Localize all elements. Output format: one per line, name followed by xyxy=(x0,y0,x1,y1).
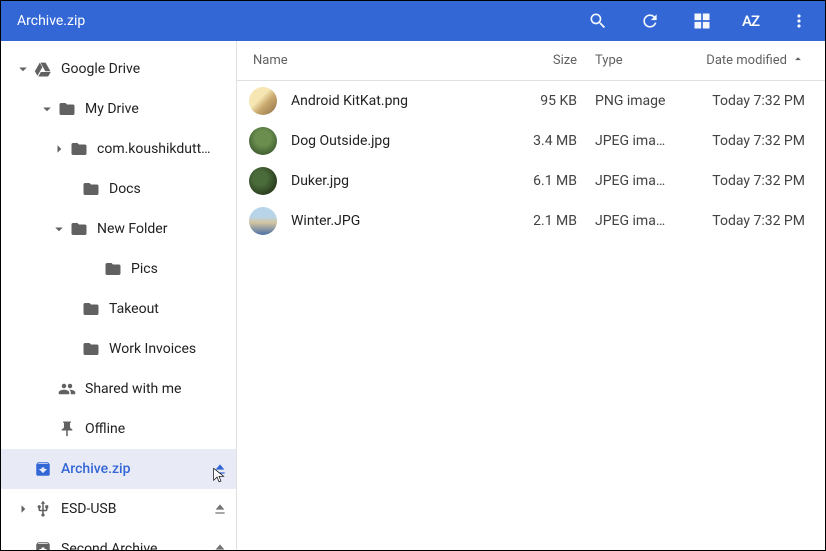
search-icon[interactable] xyxy=(580,3,616,39)
tree-item-work-invoices[interactable]: Work Invoices xyxy=(1,329,236,369)
tree-item-com-koushikdutt[interactable]: com.koushikdutt… xyxy=(1,129,236,169)
tree-label: ESD-USB xyxy=(61,501,208,517)
file-row[interactable]: Dog Outside.jpg3.4 MBJPEG ima…Today 7:32… xyxy=(237,121,825,161)
expand-icon[interactable] xyxy=(49,140,69,158)
expand-icon[interactable] xyxy=(13,60,33,78)
tree-label: Work Invoices xyxy=(109,341,236,357)
file-size: 3.4 MB xyxy=(505,133,591,149)
column-type[interactable]: Type xyxy=(591,53,695,68)
tree-label: Google Drive xyxy=(61,61,236,77)
file-name: Android KitKat.png xyxy=(291,93,505,109)
offline-icon xyxy=(57,420,77,438)
tree-item-my-drive[interactable]: My Drive xyxy=(1,89,236,129)
file-row[interactable]: Winter.JPG2.1 MBJPEG ima…Today 7:32 PM xyxy=(237,201,825,241)
file-date: Today 7:32 PM xyxy=(695,173,825,189)
tree-label: com.koushikdutt… xyxy=(97,141,236,157)
file-type: JPEG ima… xyxy=(591,213,695,229)
file-row[interactable]: Android KitKat.png95 KBPNG imageToday 7:… xyxy=(237,81,825,121)
tree-item-docs[interactable]: Docs xyxy=(1,169,236,209)
more-icon[interactable] xyxy=(781,3,817,39)
tree-label: Archive.zip xyxy=(61,461,208,477)
file-thumbnail xyxy=(249,207,277,235)
folder-icon xyxy=(81,340,101,358)
file-size: 6.1 MB xyxy=(505,173,591,189)
eject-icon[interactable] xyxy=(208,461,232,477)
tree-label: Offline xyxy=(85,421,236,437)
shared-icon xyxy=(57,380,77,398)
usb-icon xyxy=(33,500,53,518)
folder-icon xyxy=(69,220,89,238)
tree-label: My Drive xyxy=(85,101,236,117)
file-name: Dog Outside.jpg xyxy=(291,133,505,149)
tree-label: Shared with me xyxy=(85,381,236,397)
expand-icon[interactable] xyxy=(13,500,33,518)
file-date: Today 7:32 PM xyxy=(695,213,825,229)
column-size[interactable]: Size xyxy=(505,53,591,68)
refresh-icon[interactable] xyxy=(632,3,668,39)
file-thumbnail xyxy=(249,87,277,115)
file-row[interactable]: Duker.jpg6.1 MBJPEG ima…Today 7:32 PM xyxy=(237,161,825,201)
sidebar: Google Drive My Drive com.koushikdutt… Docs… xyxy=(1,41,237,550)
file-thumbnail xyxy=(249,167,277,195)
tree-label: Pics xyxy=(131,261,236,277)
drive-icon xyxy=(33,60,53,78)
eject-icon[interactable] xyxy=(208,541,232,550)
tree-item-second-archive[interactable]: Second Archive… xyxy=(1,529,236,550)
tree-label: New Folder xyxy=(97,221,236,237)
folder-icon xyxy=(69,140,89,158)
file-date: Today 7:32 PM xyxy=(695,133,825,149)
column-name[interactable]: Name xyxy=(237,53,505,68)
tree-item-new-folder[interactable]: New Folder xyxy=(1,209,236,249)
file-type: PNG image xyxy=(591,93,695,109)
file-type: JPEG ima… xyxy=(591,173,695,189)
tree-item-google-drive[interactable]: Google Drive xyxy=(1,49,236,89)
file-size: 95 KB xyxy=(505,93,591,109)
file-list: Name Size Type Date modified Android Kit… xyxy=(237,41,825,550)
sort-button[interactable]: AZ xyxy=(736,12,765,30)
file-date: Today 7:32 PM xyxy=(695,93,825,109)
archive-icon xyxy=(33,540,53,550)
file-thumbnail xyxy=(249,127,277,155)
tree-item-pics[interactable]: Pics xyxy=(1,249,236,289)
folder-icon xyxy=(57,100,77,118)
file-size: 2.1 MB xyxy=(505,213,591,229)
tree-item-shared-with-me[interactable]: Shared with me xyxy=(1,369,236,409)
folder-icon xyxy=(103,260,123,278)
tree-item-esd-usb[interactable]: ESD-USB xyxy=(1,489,236,529)
tree-label: Takeout xyxy=(109,301,236,317)
sort-ascending-icon xyxy=(791,52,805,70)
expand-icon[interactable] xyxy=(49,220,69,238)
expand-icon[interactable] xyxy=(37,100,57,118)
tree-label: Docs xyxy=(109,181,236,197)
file-type: JPEG ima… xyxy=(591,133,695,149)
folder-icon xyxy=(81,180,101,198)
folder-icon xyxy=(81,300,101,318)
file-name: Duker.jpg xyxy=(291,173,505,189)
tree-item-offline[interactable]: Offline xyxy=(1,409,236,449)
file-name: Winter.JPG xyxy=(291,213,505,229)
tree-item-archive-zip[interactable]: Archive.zip xyxy=(1,449,236,489)
column-date[interactable]: Date modified xyxy=(695,52,825,70)
archive-icon xyxy=(33,460,53,478)
window-title: Archive.zip xyxy=(17,13,580,29)
table-header: Name Size Type Date modified xyxy=(237,41,825,81)
app-header: Archive.zip AZ xyxy=(1,1,825,41)
tree-label: Second Archive… xyxy=(61,541,208,550)
tree-item-takeout[interactable]: Takeout xyxy=(1,289,236,329)
eject-icon[interactable] xyxy=(208,501,232,517)
view-grid-icon[interactable] xyxy=(684,3,720,39)
